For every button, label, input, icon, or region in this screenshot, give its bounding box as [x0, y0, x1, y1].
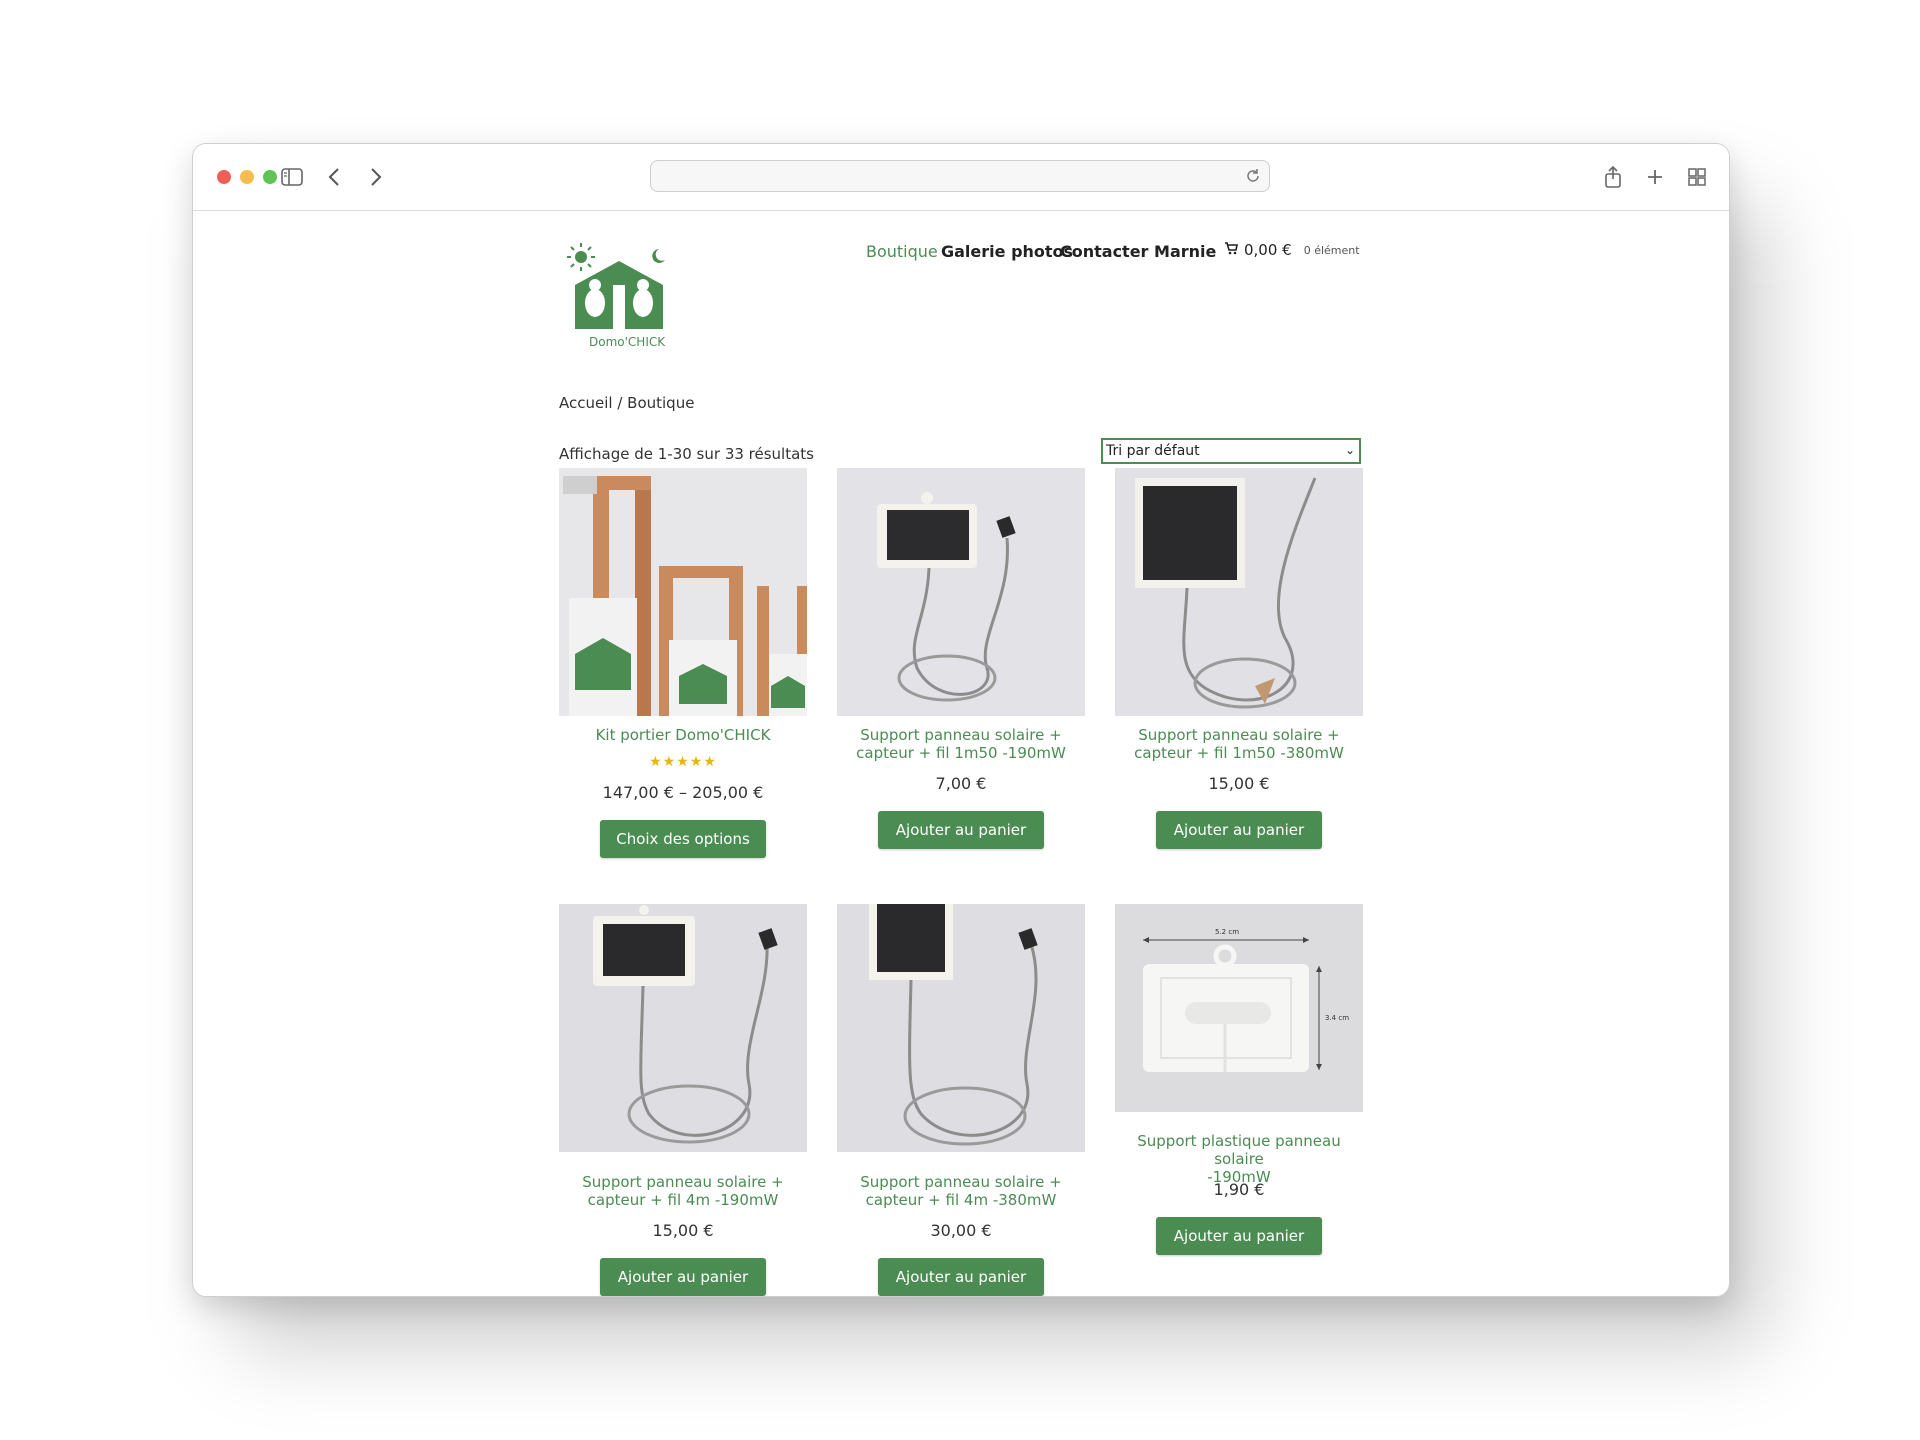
dimension-label-height: 3.4 cm [1325, 1014, 1349, 1022]
product-title-line: Support panneau solaire + [1138, 726, 1340, 744]
site-logo[interactable]: Domo'CHICK [559, 241, 679, 351]
browser-toolbar [193, 144, 1729, 211]
product-title-line: Support panneau solaire + [860, 1173, 1062, 1191]
nav-boutique[interactable]: Boutique [866, 242, 938, 261]
add-to-cart-button[interactable]: Ajouter au panier [1156, 1217, 1322, 1255]
add-to-cart-button[interactable]: Ajouter au panier [878, 1258, 1044, 1296]
product-title[interactable]: Support panneau solaire + capteur + fil … [837, 726, 1085, 762]
breadcrumb: Accueil / Boutique [559, 394, 695, 412]
address-bar[interactable] [650, 160, 1270, 192]
product-card: Support panneau solaire + capteur + fil … [559, 904, 807, 1296]
product-price: 147,00 € – 205,00 € [602, 783, 764, 802]
product-title-line: capteur + fil 1m50 -190mW [856, 744, 1066, 762]
add-to-cart-button[interactable]: Ajouter au panier [1156, 811, 1322, 849]
tabs-grid-icon[interactable] [1684, 164, 1710, 190]
product-title-line: Support panneau solaire + [860, 726, 1062, 744]
product-card: Support panneau solaire + capteur + fil … [837, 468, 1085, 868]
product-card: 5.2 cm 3.4 cm Support plastique panneau … [1115, 904, 1363, 1296]
product-title[interactable]: Support panneau solaire + capteur + fil … [837, 1173, 1085, 1209]
product-price: 30,00 € [930, 1221, 992, 1240]
result-count: Affichage de 1-30 sur 33 résultats [559, 445, 814, 463]
product-price: 15,00 € [1208, 774, 1270, 793]
product-image[interactable] [559, 468, 807, 716]
cart-icon [1224, 241, 1238, 259]
browser-window: Domo'CHICK Boutique Galerie photos Conta… [192, 143, 1730, 1297]
share-icon[interactable] [1600, 164, 1626, 190]
sidebar-icon[interactable] [279, 164, 305, 190]
rating-stars: ★★★★★ [649, 754, 717, 770]
product-title[interactable]: Kit portier Domo'CHICK [559, 726, 807, 744]
sort-selected-value: Tri par défaut [1106, 443, 1200, 459]
product-title[interactable]: Support plastique panneau solaire -190mW [1115, 1132, 1363, 1186]
dimension-label-width: 5.2 cm [1215, 928, 1239, 936]
sort-dropdown[interactable]: Tri par défaut ⌄ [1101, 438, 1361, 464]
minimize-window-button[interactable] [240, 170, 254, 184]
product-price: 1,90 € [1213, 1180, 1265, 1199]
logo-house-chickens-icon [567, 243, 665, 329]
chevron-down-icon: ⌄ [1344, 443, 1355, 457]
product-image[interactable] [837, 468, 1085, 716]
product-title-line: capteur + fil 1m50 -380mW [1134, 744, 1344, 762]
logo-text: Domo'CHICK [589, 335, 666, 349]
cart-amount: 0,00 € [1244, 241, 1292, 259]
product-card: Support panneau solaire + capteur + fil … [1115, 468, 1363, 868]
reload-icon[interactable] [1245, 168, 1261, 188]
product-title-line: capteur + fil 4m -380mW [865, 1191, 1057, 1209]
product-title-line: Support panneau solaire + [582, 1173, 784, 1191]
product-image[interactable] [837, 904, 1085, 1152]
web-page: Domo'CHICK Boutique Galerie photos Conta… [193, 211, 1729, 1296]
add-to-cart-button[interactable]: Ajouter au panier [600, 1258, 766, 1296]
zoom-window-button[interactable] [263, 170, 277, 184]
product-title-line: capteur + fil 4m -190mW [587, 1191, 779, 1209]
choose-options-button[interactable]: Choix des options [600, 820, 766, 858]
close-window-button[interactable] [217, 170, 231, 184]
forward-arrow-icon[interactable] [363, 164, 389, 190]
add-to-cart-button[interactable]: Ajouter au panier [878, 811, 1044, 849]
product-image[interactable] [1115, 468, 1363, 716]
nav-galerie-photos[interactable]: Galerie photos [941, 242, 1073, 261]
cart-widget[interactable]: 0,00 € 0 élément [1224, 241, 1360, 259]
product-image[interactable] [559, 904, 807, 1152]
nav-contacter-marnie[interactable]: Contacter Marnie [1060, 242, 1216, 261]
new-tab-icon[interactable] [1642, 164, 1668, 190]
product-card: Support panneau solaire + capteur + fil … [837, 904, 1085, 1296]
product-image[interactable]: 5.2 cm 3.4 cm [1115, 904, 1363, 1112]
back-arrow-icon[interactable] [321, 164, 347, 190]
product-title[interactable]: Support panneau solaire + capteur + fil … [1115, 726, 1363, 762]
product-card: Kit portier Domo'CHICK ★★★★★ 147,00 € – … [559, 468, 807, 868]
product-title-line: Support plastique panneau solaire [1137, 1132, 1341, 1168]
product-price: 7,00 € [935, 774, 987, 793]
cart-count: 0 élément [1303, 243, 1360, 257]
product-title[interactable]: Support panneau solaire + capteur + fil … [559, 1173, 807, 1209]
product-price: 15,00 € [652, 1221, 714, 1240]
